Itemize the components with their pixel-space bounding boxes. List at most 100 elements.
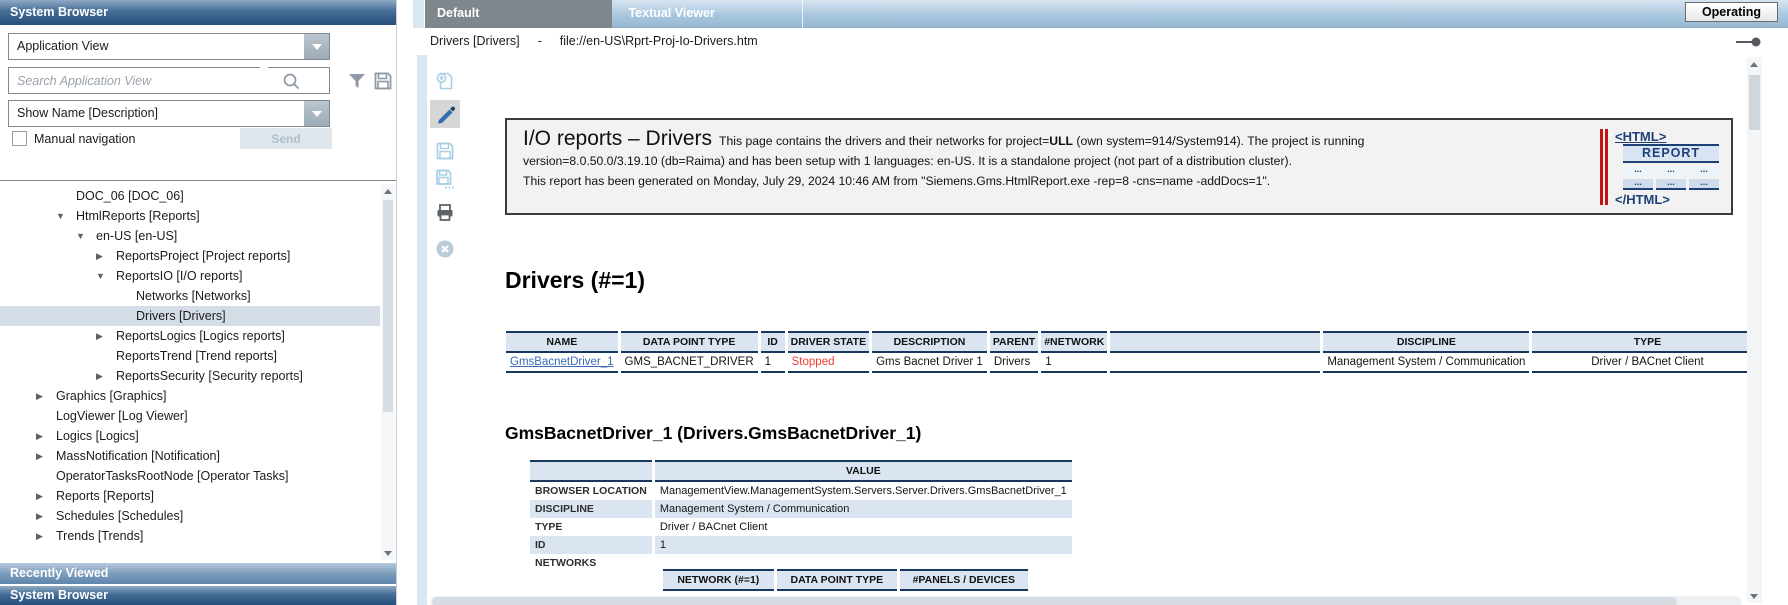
chevron-down-icon[interactable] [304,34,329,59]
tree-item[interactable]: ReportsIO [I/O reports] [0,266,380,286]
logo-cell: ... [1656,166,1686,177]
tree-item-label: ReportsIO [I/O reports] [116,269,242,283]
tree-item-label: Reports [Reports] [56,489,154,503]
driver-value-table: VALUE BROWSER LOCATION ManagementView.Ma… [527,460,1075,594]
logo-red-bars-icon [1600,129,1610,207]
column-header: ID [761,331,785,353]
column-header: DESCRIPTION [872,331,987,353]
tree-item[interactable]: Logics [Logics] [0,426,380,446]
tree-item[interactable]: LogViewer [Log Viewer] [0,406,380,426]
tree-expander-icon[interactable] [36,531,56,542]
scroll-up-icon[interactable] [1747,57,1761,71]
system-browser-bottom-bar[interactable]: System Browser [0,586,396,605]
tab[interactable]: Default [425,0,612,28]
drivers-table: NAMEDATA POINT TYPEIDDRIVER STATEDESCRIP… [503,331,1765,373]
tree-scrollbar[interactable] [381,184,395,560]
network-column-header: #PANELS / DEVICES [900,569,1028,591]
print-button[interactable] [430,198,460,226]
print-icon [434,201,456,223]
scroll-up-icon[interactable] [381,184,395,198]
tab[interactable]: Textual Viewer [616,0,803,28]
tree-item[interactable]: ReportsTrend [Trend reports] [0,346,380,366]
tree-item[interactable]: Schedules [Schedules] [0,506,380,526]
cell-type: Driver / BACnet Client [1532,353,1762,373]
tree-expander-icon[interactable] [56,211,76,221]
selected-node-label: Drivers [Drivers] [430,34,520,48]
logo-grid: ... ... ... ... ... ... [1623,166,1719,190]
logo-report-label: REPORT [1623,144,1719,163]
save-button[interactable] [430,137,460,165]
recently-viewed-bar[interactable]: Recently Viewed [0,563,396,584]
logo-cell: ... [1623,179,1653,190]
manual-navigation-checkbox[interactable] [12,131,27,146]
tree-item[interactable]: HtmlReports [Reports] [0,206,380,226]
scroll-down-icon[interactable] [1747,589,1761,603]
drivers-section-heading: Drivers (#=1) [505,267,645,294]
networks-row: NETWORKS NETWORK (#=1)DATA POINT TYPE#PA… [530,554,1072,594]
tree-item[interactable]: Graphics [Graphics] [0,386,380,406]
send-button[interactable]: Send [240,128,332,149]
operating-mode-button[interactable]: Operating [1685,2,1778,22]
save-view-icon[interactable] [372,70,394,92]
tree-item-label: ReportsSecurity [Security reports] [116,369,303,383]
tree-expander-icon[interactable] [96,251,116,262]
tree-item-label: OperatorTasksRootNode [Operator Tasks] [56,469,289,483]
tree-expander-icon[interactable] [96,271,116,281]
close-report-button[interactable] [430,235,460,263]
column-header: #NETWORK [1041,331,1107,353]
tree-item[interactable]: ReportsProject [Project reports] [0,246,380,266]
driver-name-link[interactable]: GmsBacnetDriver_1 [506,353,618,373]
filter-icon[interactable] [346,70,368,92]
tree-item[interactable]: ReportsLogics [Logics reports] [0,326,380,346]
scrollbar-thumb[interactable] [1749,75,1760,130]
pin-icon[interactable] [1736,36,1762,48]
cell-network-count: 1 [1041,353,1107,373]
report-vertical-scrollbar[interactable] [1747,57,1762,603]
tree-item[interactable]: Drivers [Drivers] [0,306,380,326]
report-horizontal-scrollbar[interactable] [430,596,1742,605]
tree-expander-icon[interactable] [36,391,56,402]
display-mode-selector[interactable]: Show Name [Description] [8,100,330,127]
tree-expander-icon[interactable] [36,511,56,522]
save-as-button[interactable] [430,165,460,193]
tree-expander-icon[interactable] [36,431,56,442]
tree-item-label: HtmlReports [Reports] [76,209,200,223]
tree-item[interactable]: DOC_06 [DOC_06] [0,186,380,206]
tree-item[interactable]: Trends [Trends] [0,526,380,546]
tab-label: Textual Viewer [628,6,714,20]
search-dropdown-icon[interactable] [259,66,269,89]
viewer-accent-strip [417,55,427,605]
tree-item-label: ReportsLogics [Logics reports] [116,329,285,343]
cell-driver-state: Stopped [788,353,869,373]
column-header: TYPE [1532,331,1762,353]
logo-close-tag: </HTML> [1615,192,1719,207]
report-title: I/O reports – Drivers [523,127,712,150]
system-tree: DOC_06 [DOC_06] HtmlReports [Reports] en… [0,186,380,546]
scrollbar-thumb[interactable] [383,200,393,412]
view-selector[interactable]: Application View [8,33,330,60]
new-report-button[interactable] [430,67,460,95]
edit-button[interactable] [430,100,460,128]
cell-spacer [1110,353,1320,373]
tree-item[interactable]: MassNotification [Notification] [0,446,380,466]
search-input[interactable] [9,68,259,93]
tree-item-label: Networks [Networks] [136,289,251,303]
system-browser-header[interactable]: System Browser [0,0,396,25]
tree-expander-icon[interactable] [96,331,116,342]
network-column-header: DATA POINT TYPE [777,569,897,591]
scrollbar-thumb[interactable] [432,597,1677,605]
tree-expander-icon[interactable] [96,371,116,382]
cell-data-point-type: GMS_BACNET_DRIVER [621,353,758,373]
chevron-down-icon[interactable] [304,101,329,126]
tree-item[interactable]: en-US [en-US] [0,226,380,246]
tree-item[interactable]: OperatorTasksRootNode [Operator Tasks] [0,466,380,486]
tree-expander-icon[interactable] [76,231,96,241]
tree-item[interactable]: ReportsSecurity [Security reports] [0,366,380,386]
tree-item[interactable]: Networks [Networks] [0,286,380,306]
search-icon[interactable] [281,71,301,91]
tree-expander-icon[interactable] [36,491,56,502]
tab-bar: Default Textual Viewer Operating [425,0,1788,28]
scroll-down-icon[interactable] [381,546,395,560]
tree-item[interactable]: Reports [Reports] [0,486,380,506]
tree-expander-icon[interactable] [36,451,56,462]
